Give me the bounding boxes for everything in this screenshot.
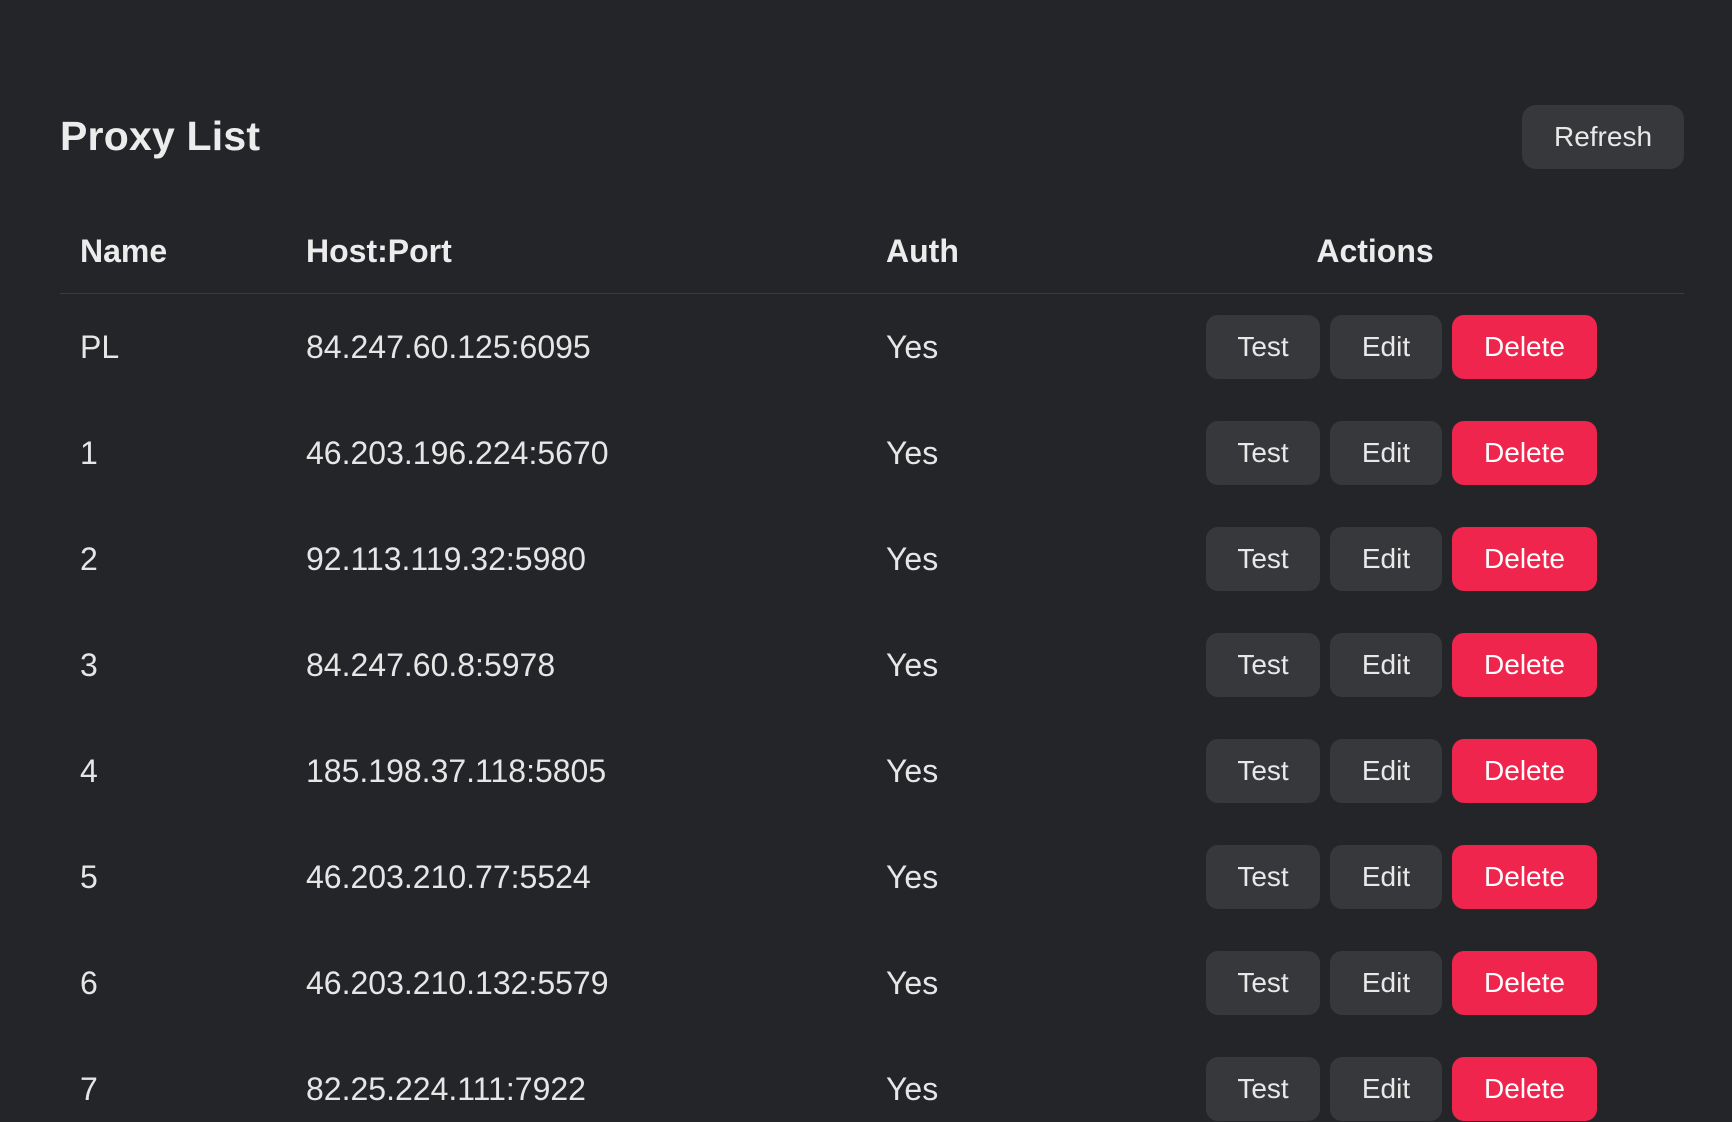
edit-button[interactable]: Edit bbox=[1330, 951, 1442, 1015]
table-row: 3 84.247.60.8:5978 Yes Test Edit Delete bbox=[60, 612, 1684, 718]
table-row: 7 82.25.224.111:7922 Yes Test Edit Delet… bbox=[60, 1036, 1684, 1122]
table-row: 1 46.203.196.224:5670 Yes Test Edit Dele… bbox=[60, 400, 1684, 506]
table-row: 5 46.203.210.77:5524 Yes Test Edit Delet… bbox=[60, 824, 1684, 930]
proxy-host-port: 46.203.210.77:5524 bbox=[306, 858, 591, 895]
column-header-auth: Auth bbox=[866, 209, 1186, 294]
proxy-actions: Test Edit Delete bbox=[1186, 718, 1684, 824]
proxy-actions: Test Edit Delete bbox=[1186, 1036, 1684, 1122]
edit-button[interactable]: Edit bbox=[1330, 1057, 1442, 1121]
delete-button[interactable]: Delete bbox=[1452, 845, 1597, 909]
test-button[interactable]: Test bbox=[1206, 739, 1320, 803]
test-button[interactable]: Test bbox=[1206, 633, 1320, 697]
proxy-name: 3 bbox=[80, 646, 98, 683]
proxy-host-port: 82.25.224.111:7922 bbox=[306, 1070, 586, 1107]
proxy-host-port: 92.113.119.32:5980 bbox=[306, 540, 586, 577]
edit-button[interactable]: Edit bbox=[1330, 527, 1442, 591]
proxy-name: PL bbox=[80, 328, 120, 365]
proxy-host-port: 84.247.60.125:6095 bbox=[306, 328, 591, 365]
proxy-host-port: 46.203.196.224:5670 bbox=[306, 434, 609, 471]
test-button[interactable]: Test bbox=[1206, 421, 1320, 485]
column-header-name: Name bbox=[60, 209, 286, 294]
test-button[interactable]: Test bbox=[1206, 1057, 1320, 1121]
proxy-name: 6 bbox=[80, 964, 98, 1001]
table-row: 6 46.203.210.132:5579 Yes Test Edit Dele… bbox=[60, 930, 1684, 1036]
table-body: PL 84.247.60.125:6095 Yes Test Edit Dele… bbox=[60, 294, 1684, 1122]
proxy-name: 1 bbox=[80, 434, 98, 471]
delete-button[interactable]: Delete bbox=[1452, 421, 1597, 485]
proxy-name: 5 bbox=[80, 858, 98, 895]
proxy-auth: Yes bbox=[886, 858, 939, 895]
proxy-actions: Test Edit Delete bbox=[1186, 930, 1684, 1036]
edit-button[interactable]: Edit bbox=[1330, 633, 1442, 697]
column-header-actions: Actions bbox=[1186, 209, 1684, 294]
table-row: PL 84.247.60.125:6095 Yes Test Edit Dele… bbox=[60, 294, 1684, 401]
proxy-name: 4 bbox=[80, 752, 98, 789]
edit-button[interactable]: Edit bbox=[1330, 845, 1442, 909]
header: Proxy List Refresh bbox=[60, 105, 1684, 169]
proxy-host-port: 46.203.210.132:5579 bbox=[306, 964, 609, 1001]
proxy-actions: Test Edit Delete bbox=[1186, 506, 1684, 612]
proxy-host-port: 185.198.37.118:5805 bbox=[306, 752, 607, 789]
test-button[interactable]: Test bbox=[1206, 527, 1320, 591]
test-button[interactable]: Test bbox=[1206, 315, 1320, 379]
proxy-actions: Test Edit Delete bbox=[1186, 400, 1684, 506]
test-button[interactable]: Test bbox=[1206, 845, 1320, 909]
test-button[interactable]: Test bbox=[1206, 951, 1320, 1015]
proxy-name: 7 bbox=[80, 1070, 98, 1107]
edit-button[interactable]: Edit bbox=[1330, 315, 1442, 379]
proxy-actions: Test Edit Delete bbox=[1186, 612, 1684, 718]
delete-button[interactable]: Delete bbox=[1452, 951, 1597, 1015]
page-title: Proxy List bbox=[60, 113, 261, 159]
delete-button[interactable]: Delete bbox=[1452, 1057, 1597, 1121]
delete-button[interactable]: Delete bbox=[1452, 315, 1597, 379]
edit-button[interactable]: Edit bbox=[1330, 739, 1442, 803]
column-header-host-port: Host:Port bbox=[286, 209, 866, 294]
edit-button[interactable]: Edit bbox=[1330, 421, 1442, 485]
delete-button[interactable]: Delete bbox=[1452, 527, 1597, 591]
proxy-auth: Yes bbox=[886, 964, 939, 1001]
table-row: 2 92.113.119.32:5980 Yes Test Edit Delet… bbox=[60, 506, 1684, 612]
proxy-auth: Yes bbox=[886, 752, 939, 789]
proxy-name: 2 bbox=[80, 540, 98, 577]
table-header-row: Name Host:Port Auth Actions bbox=[60, 209, 1684, 294]
proxy-actions: Test Edit Delete bbox=[1186, 824, 1684, 930]
refresh-button[interactable]: Refresh bbox=[1522, 105, 1684, 169]
proxy-auth: Yes bbox=[886, 540, 939, 577]
proxy-auth: Yes bbox=[886, 434, 939, 471]
proxy-auth: Yes bbox=[886, 646, 939, 683]
proxy-table: Name Host:Port Auth Actions PL 84.247.60… bbox=[60, 209, 1684, 1122]
proxy-host-port: 84.247.60.8:5978 bbox=[306, 646, 556, 683]
proxy-auth: Yes bbox=[886, 328, 939, 365]
delete-button[interactable]: Delete bbox=[1452, 739, 1597, 803]
proxy-auth: Yes bbox=[886, 1070, 939, 1107]
proxy-actions: Test Edit Delete bbox=[1186, 294, 1684, 401]
table-row: 4 185.198.37.118:5805 Yes Test Edit Dele… bbox=[60, 718, 1684, 824]
delete-button[interactable]: Delete bbox=[1452, 633, 1597, 697]
